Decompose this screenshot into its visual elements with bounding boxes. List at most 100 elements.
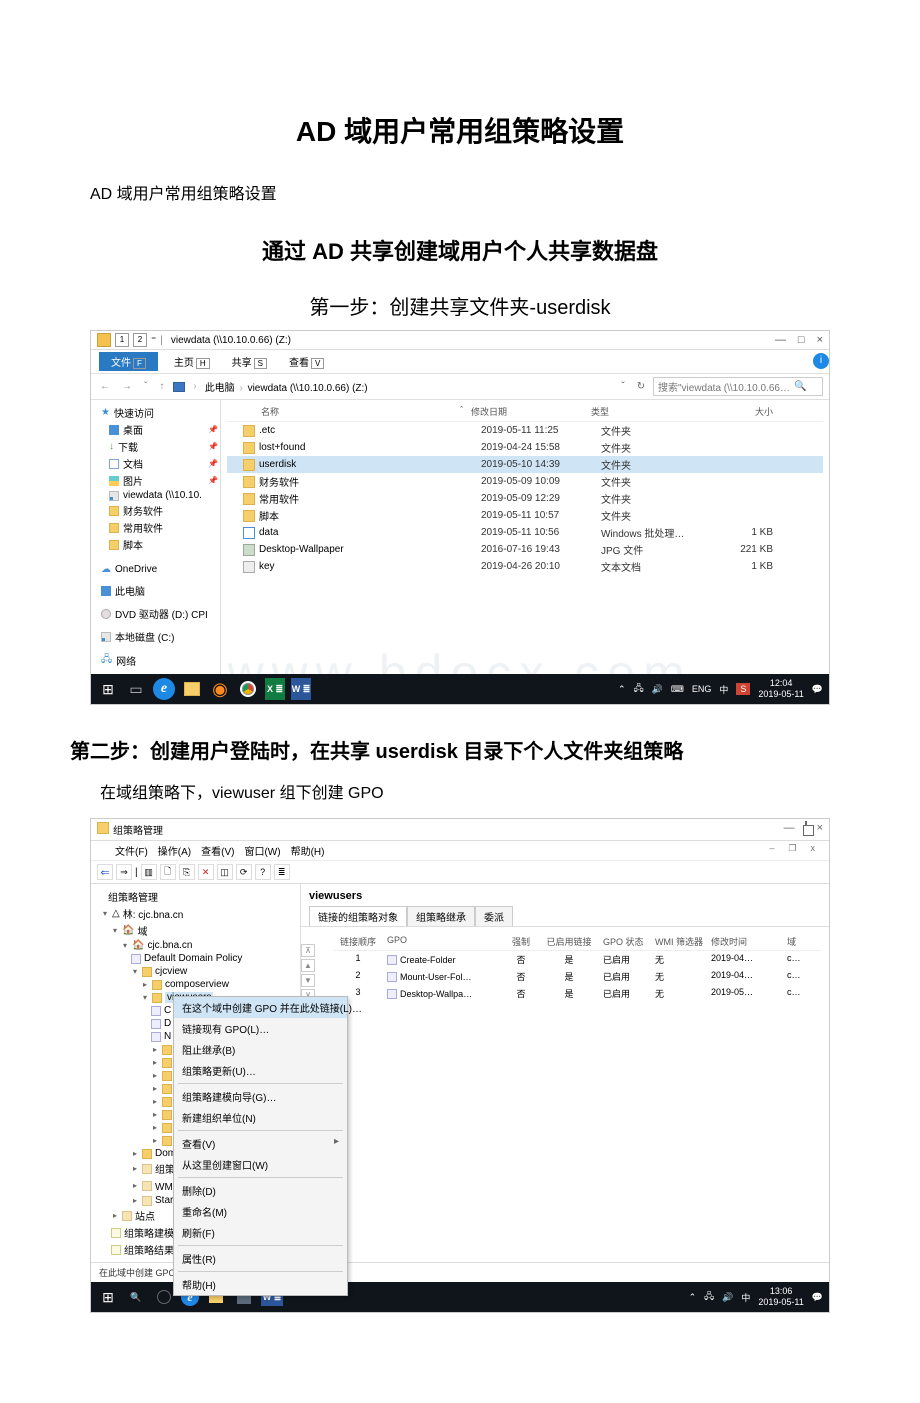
file-row[interactable]: 脚本2019-05-11 10:57文件夹	[227, 507, 823, 524]
qat-2[interactable]: 2	[133, 333, 147, 347]
back-button[interactable]: ←	[97, 381, 113, 392]
volume-icon[interactable]: 🔊	[652, 684, 663, 695]
breadcrumb[interactable]: 此电脑 › viewdata (\\10.10.0.66) (Z:)	[205, 379, 611, 394]
restore-button[interactable]	[805, 822, 807, 837]
show-tree-button[interactable]: ▥	[141, 864, 157, 880]
back-button[interactable]: ⇐	[97, 864, 113, 880]
export-button[interactable]: ⎘	[179, 864, 195, 880]
col-date[interactable]: 修改日期	[467, 402, 587, 421]
tree-results[interactable]: 组策略结果	[124, 1242, 174, 1257]
gpo-row[interactable]: 3Desktop-Wallpa…否是已启用无2019-05…c…	[333, 985, 821, 1002]
tab-inheritance[interactable]: 组策略继承	[407, 906, 475, 926]
order-spinner[interactable]: ⊼ ▲ ▼ ⊻	[301, 944, 315, 1002]
tree-root[interactable]: 组策略管理	[108, 889, 158, 904]
ctx-modeling-wizard[interactable]: 组策略建模向导(G)…	[174, 1086, 347, 1107]
info-icon[interactable]: i	[813, 353, 829, 369]
notification-icon[interactable]: 💬	[812, 1292, 823, 1303]
col-link-enabled[interactable]: 已启用链接	[539, 933, 599, 950]
tree-sites[interactable]: 站点	[135, 1208, 155, 1223]
sidebar-cdrive[interactable]: 本地磁盘 (C:)	[115, 629, 174, 644]
gpo-row[interactable]: 2Mount-User-Fol…否是已启用无2019-04…c…	[333, 968, 821, 985]
tree-domain[interactable]: cjc.bna.cn	[147, 940, 192, 951]
menu-file[interactable]: 文件(F)	[111, 843, 152, 858]
tree-gpo-link[interactable]: C	[164, 1005, 171, 1016]
ctx-new-window[interactable]: 从这里创建窗口(W)	[174, 1154, 347, 1175]
sidebar-quick-access[interactable]: 快速访问	[114, 405, 154, 420]
close-button[interactable]: ×	[817, 822, 823, 837]
close-button[interactable]: ×	[817, 334, 823, 346]
sogou-icon[interactable]: S	[736, 683, 750, 695]
tray-up-icon[interactable]: ⌃	[618, 684, 626, 695]
forward-button[interactable]: ⇒	[116, 864, 132, 880]
minimize-button[interactable]: —	[775, 334, 786, 346]
move-top-button[interactable]: ⊼	[301, 944, 315, 957]
file-row[interactable]: 财务软件2019-05-09 10:09文件夹	[227, 473, 823, 490]
network-tray-icon[interactable]: 🖧	[634, 681, 644, 697]
title-bar[interactable]: 组策略管理 — ×	[91, 819, 829, 841]
tree-modeling[interactable]: 组策略建模	[124, 1225, 174, 1240]
tree-domains[interactable]: 域	[137, 923, 147, 938]
file-row[interactable]: data2019-05-11 10:56Windows 批处理…1 KB	[227, 524, 823, 541]
keyboard-icon[interactable]: ⌨	[671, 684, 684, 695]
inner-minimize-button[interactable]: –	[765, 843, 778, 858]
excel-icon[interactable]: X ≣	[265, 678, 285, 700]
tab-file[interactable]: 文件F	[99, 352, 158, 371]
sidebar-downloads[interactable]: 下载	[118, 439, 138, 454]
sidebar-viewdata[interactable]: viewdata (\\10.10.	[123, 490, 202, 501]
file-row[interactable]: .etc2019-05-11 11:25文件夹	[227, 422, 823, 439]
clock[interactable]: 13:062019-05-11	[758, 1286, 803, 1308]
tree-cjcview[interactable]: cjcview	[155, 966, 187, 977]
clock[interactable]: 12:042019-05-11	[758, 678, 803, 700]
refresh-button[interactable]: ↻	[635, 381, 647, 392]
menu-window[interactable]: 窗口(W)	[240, 843, 284, 858]
file-row[interactable]: userdisk2019-05-10 14:39文件夹	[227, 456, 823, 473]
col-name[interactable]: 名称 ˆ	[227, 402, 467, 421]
explorer-icon[interactable]	[181, 678, 203, 700]
col-modified[interactable]: 修改时间	[707, 933, 783, 950]
move-up-button[interactable]: ▲	[301, 959, 315, 972]
volume-icon[interactable]: 🔊	[722, 1292, 733, 1303]
ctx-rename[interactable]: 重命名(M)	[174, 1201, 347, 1222]
col-order[interactable]: 链接顺序	[333, 933, 383, 950]
file-row[interactable]: key2019-04-26 20:10文本文档1 KB	[227, 558, 823, 575]
file-row[interactable]: Desktop-Wallpaper2016-07-16 19:43JPG 文件2…	[227, 541, 823, 558]
tab-home[interactable]: 主页H	[168, 352, 216, 371]
forward-button[interactable]: →	[119, 381, 135, 392]
sidebar-dvd[interactable]: DVD 驱动器 (D:) CPI	[115, 606, 208, 621]
col-type[interactable]: 类型	[587, 402, 697, 421]
tree-pane[interactable]: 组策略管理 ▾△林: cjc.bna.cn ▾🏠域 ▾🏠cjc.bna.cn D…	[91, 884, 301, 1262]
nav-pane[interactable]: ★快速访问 桌面📌 ↓下载📌 文档📌 图片📌 viewdata (\\10.10…	[91, 400, 221, 674]
file-row[interactable]: lost+found2019-04-24 15:58文件夹	[227, 439, 823, 456]
ime-lang-icon[interactable]: ENG	[692, 684, 712, 694]
tab-share[interactable]: 共享S	[226, 352, 273, 371]
sidebar-finance[interactable]: 财务软件	[123, 503, 163, 518]
help-button[interactable]: ?	[255, 864, 271, 880]
up-button[interactable]: ↑	[156, 381, 167, 392]
firefox-icon[interactable]: ◉	[209, 678, 231, 700]
path-dropdown-icon[interactable]: ˇ	[617, 381, 629, 392]
gpo-row[interactable]: 1Create-Folder否是已启用无2019-04…c…	[333, 951, 821, 968]
col-domain[interactable]: 域	[783, 933, 813, 950]
tab-delegation[interactable]: 委派	[475, 906, 513, 926]
ctx-gpupdate[interactable]: 组策略更新(U)…	[174, 1060, 347, 1081]
menu-help[interactable]: 帮助(H)	[287, 843, 329, 858]
col-status[interactable]: GPO 状态	[599, 933, 651, 950]
tree-forest[interactable]: 林: cjc.bna.cn	[123, 906, 184, 921]
tray-up-icon[interactable]: ⌃	[689, 1292, 697, 1303]
file-row[interactable]: 常用软件2019-05-09 12:29文件夹	[227, 490, 823, 507]
inner-close-button[interactable]: x	[807, 843, 820, 858]
ctx-delete[interactable]: 删除(D)	[174, 1180, 347, 1201]
delete-button[interactable]: ✕	[198, 864, 214, 880]
tree-ddp[interactable]: Default Domain Policy	[144, 953, 242, 964]
col-wmi[interactable]: WMI 筛选器	[651, 933, 707, 950]
tab-view[interactable]: 查看V	[283, 352, 330, 371]
cortana-icon[interactable]	[153, 1286, 175, 1308]
sidebar-scripts[interactable]: 脚本	[123, 537, 143, 552]
col-enforced[interactable]: 强制	[503, 933, 539, 950]
col-gpo[interactable]: GPO	[383, 933, 503, 950]
filter-button[interactable]: ≣	[274, 864, 290, 880]
sidebar-thispc[interactable]: 此电脑	[115, 583, 145, 598]
menu-action[interactable]: 操作(A)	[154, 843, 195, 858]
ctx-block-inherit[interactable]: 阻止继承(B)	[174, 1039, 347, 1060]
start-button[interactable]: ⊞	[97, 1286, 119, 1308]
